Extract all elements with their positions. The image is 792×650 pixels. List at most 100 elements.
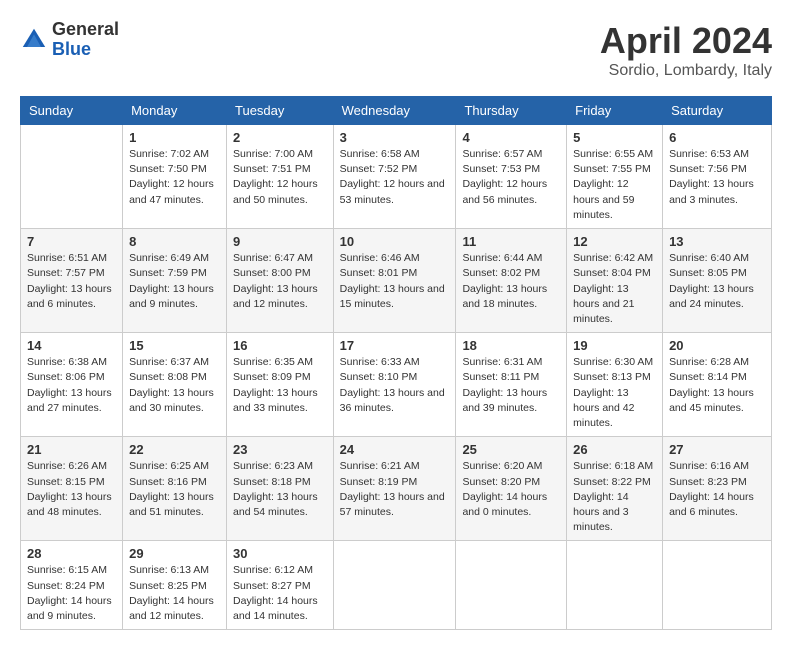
day-info: Sunrise: 6:38 AM Sunset: 8:06 PM Dayligh… — [27, 355, 116, 416]
calendar-cell — [456, 541, 567, 630]
day-number: 9 — [233, 234, 327, 249]
calendar-cell: 29 Sunrise: 6:13 AM Sunset: 8:25 PM Dayli… — [123, 541, 227, 630]
day-number: 10 — [340, 234, 450, 249]
day-number: 8 — [129, 234, 220, 249]
calendar-cell: 1Sunrise: 7:02 AM Sunset: 7:50 PM Daylig… — [123, 125, 227, 229]
day-info: Sunrise: 7:02 AM Sunset: 7:50 PM Dayligh… — [129, 147, 220, 208]
day-info: Sunrise: 6:51 AM Sunset: 7:57 PM Dayligh… — [27, 251, 116, 312]
calendar-week-row: 14 Sunrise: 6:38 AM Sunset: 8:06 PM Dayli… — [21, 333, 772, 437]
day-info: Sunrise: 6:57 AM Sunset: 7:53 PM Dayligh… — [462, 147, 560, 208]
day-number: 26 — [573, 442, 656, 457]
day-info: Sunrise: 6:35 AM Sunset: 8:09 PM Dayligh… — [233, 355, 327, 416]
day-number: 29 — [129, 546, 220, 561]
calendar-cell: 22Sunrise: 6:25 AM Sunset: 8:16 PM Dayli… — [123, 437, 227, 541]
day-info: Sunrise: 6:30 AM Sunset: 8:13 PM Dayligh… — [573, 355, 656, 431]
day-number: 23 — [233, 442, 327, 457]
day-info: Sunrise: 6:46 AM Sunset: 8:01 PM Dayligh… — [340, 251, 450, 312]
day-number: 16 — [233, 338, 327, 353]
calendar-cell: 19 Sunrise: 6:30 AM Sunset: 8:13 PM Dayli… — [567, 333, 663, 437]
calendar-cell — [567, 541, 663, 630]
day-info: Sunrise: 6:53 AM Sunset: 7:56 PM Dayligh… — [669, 147, 765, 208]
day-info: Sunrise: 6:16 AM Sunset: 8:23 PM Dayligh… — [669, 459, 765, 520]
day-info: Sunrise: 7:00 AM Sunset: 7:51 PM Dayligh… — [233, 147, 327, 208]
col-sunday: Sunday — [21, 97, 123, 125]
calendar-cell: 16 Sunrise: 6:35 AM Sunset: 8:09 PM Dayli… — [227, 333, 334, 437]
day-number: 14 — [27, 338, 116, 353]
calendar-cell: 7 Sunrise: 6:51 AM Sunset: 7:57 PM Daylig… — [21, 229, 123, 333]
day-info: Sunrise: 6:15 AM Sunset: 8:24 PM Dayligh… — [27, 563, 116, 624]
day-info: Sunrise: 6:47 AM Sunset: 8:00 PM Dayligh… — [233, 251, 327, 312]
calendar-cell: 14 Sunrise: 6:38 AM Sunset: 8:06 PM Dayli… — [21, 333, 123, 437]
calendar-subtitle: Sordio, Lombardy, Italy — [600, 62, 772, 80]
col-thursday: Thursday — [456, 97, 567, 125]
day-number: 24 — [340, 442, 450, 457]
day-number: 21 — [27, 442, 116, 457]
calendar-cell: 26 Sunrise: 6:18 AM Sunset: 8:22 PM Dayli… — [567, 437, 663, 541]
day-number: 7 — [27, 234, 116, 249]
day-number: 15 — [129, 338, 220, 353]
calendar-cell: 5 Sunrise: 6:55 AM Sunset: 7:55 PM Daylig… — [567, 125, 663, 229]
calendar-title: April 2024 — [600, 20, 772, 62]
day-info: Sunrise: 6:44 AM Sunset: 8:02 PM Dayligh… — [462, 251, 560, 312]
calendar-cell: 17Sunrise: 6:33 AM Sunset: 8:10 PM Dayli… — [333, 333, 456, 437]
calendar-body: 1Sunrise: 7:02 AM Sunset: 7:50 PM Daylig… — [21, 125, 772, 630]
day-info: Sunrise: 6:26 AM Sunset: 8:15 PM Dayligh… — [27, 459, 116, 520]
calendar-cell: 18Sunrise: 6:31 AM Sunset: 8:11 PM Dayli… — [456, 333, 567, 437]
page-header: General Blue April 2024 Sordio, Lombardy… — [20, 20, 772, 80]
calendar-cell: 13Sunrise: 6:40 AM Sunset: 8:05 PM Dayli… — [663, 229, 772, 333]
header-row: Sunday Monday Tuesday Wednesday Thursday… — [21, 97, 772, 125]
calendar-cell: 24 Sunrise: 6:21 AM Sunset: 8:19 PM Dayli… — [333, 437, 456, 541]
day-number: 20 — [669, 338, 765, 353]
calendar-cell: 20Sunrise: 6:28 AM Sunset: 8:14 PM Dayli… — [663, 333, 772, 437]
col-friday: Friday — [567, 97, 663, 125]
day-number: 22 — [129, 442, 220, 457]
calendar-cell: 21 Sunrise: 6:26 AM Sunset: 8:15 PM Dayli… — [21, 437, 123, 541]
day-info: Sunrise: 6:49 AM Sunset: 7:59 PM Dayligh… — [129, 251, 220, 312]
day-number: 17 — [340, 338, 450, 353]
calendar-cell: 12Sunrise: 6:42 AM Sunset: 8:04 PM Dayli… — [567, 229, 663, 333]
calendar-cell: 3Sunrise: 6:58 AM Sunset: 7:52 PM Daylig… — [333, 125, 456, 229]
calendar-week-row: 1Sunrise: 7:02 AM Sunset: 7:50 PM Daylig… — [21, 125, 772, 229]
calendar-cell: 25 Sunrise: 6:20 AM Sunset: 8:20 PM Dayli… — [456, 437, 567, 541]
col-wednesday: Wednesday — [333, 97, 456, 125]
day-info: Sunrise: 6:23 AM Sunset: 8:18 PM Dayligh… — [233, 459, 327, 520]
calendar-cell: 28Sunrise: 6:15 AM Sunset: 8:24 PM Dayli… — [21, 541, 123, 630]
calendar-cell: 4 Sunrise: 6:57 AM Sunset: 7:53 PM Daylig… — [456, 125, 567, 229]
day-number: 19 — [573, 338, 656, 353]
day-info: Sunrise: 6:40 AM Sunset: 8:05 PM Dayligh… — [669, 251, 765, 312]
day-number: 2 — [233, 130, 327, 145]
day-info: Sunrise: 6:20 AM Sunset: 8:20 PM Dayligh… — [462, 459, 560, 520]
calendar-cell — [21, 125, 123, 229]
calendar-cell: 6Sunrise: 6:53 AM Sunset: 7:56 PM Daylig… — [663, 125, 772, 229]
calendar-cell — [663, 541, 772, 630]
day-info: Sunrise: 6:55 AM Sunset: 7:55 PM Dayligh… — [573, 147, 656, 223]
day-info: Sunrise: 6:13 AM Sunset: 8:25 PM Dayligh… — [129, 563, 220, 624]
logo-text: General Blue — [52, 20, 119, 60]
day-number: 30 — [233, 546, 327, 561]
logo-blue: Blue — [52, 40, 119, 60]
day-number: 27 — [669, 442, 765, 457]
calendar-cell: 27 Sunrise: 6:16 AM Sunset: 8:23 PM Dayli… — [663, 437, 772, 541]
day-info: Sunrise: 6:58 AM Sunset: 7:52 PM Dayligh… — [340, 147, 450, 208]
day-info: Sunrise: 6:18 AM Sunset: 8:22 PM Dayligh… — [573, 459, 656, 535]
calendar-cell: 30 Sunrise: 6:12 AM Sunset: 8:27 PM Dayli… — [227, 541, 334, 630]
calendar-week-row: 21 Sunrise: 6:26 AM Sunset: 8:15 PM Dayli… — [21, 437, 772, 541]
day-info: Sunrise: 6:37 AM Sunset: 8:08 PM Dayligh… — [129, 355, 220, 416]
calendar-table: Sunday Monday Tuesday Wednesday Thursday… — [20, 96, 772, 630]
calendar-cell: 10 Sunrise: 6:46 AM Sunset: 8:01 PM Dayli… — [333, 229, 456, 333]
day-number: 4 — [462, 130, 560, 145]
col-monday: Monday — [123, 97, 227, 125]
calendar-cell: 15 Sunrise: 6:37 AM Sunset: 8:08 PM Dayli… — [123, 333, 227, 437]
day-info: Sunrise: 6:42 AM Sunset: 8:04 PM Dayligh… — [573, 251, 656, 327]
calendar-cell: 11 Sunrise: 6:44 AM Sunset: 8:02 PM Dayli… — [456, 229, 567, 333]
day-number: 11 — [462, 234, 560, 249]
day-number: 25 — [462, 442, 560, 457]
day-info: Sunrise: 6:12 AM Sunset: 8:27 PM Dayligh… — [233, 563, 327, 624]
calendar-cell: 9 Sunrise: 6:47 AM Sunset: 8:00 PM Daylig… — [227, 229, 334, 333]
day-info: Sunrise: 6:21 AM Sunset: 8:19 PM Dayligh… — [340, 459, 450, 520]
day-number: 5 — [573, 130, 656, 145]
logo-icon — [20, 26, 48, 54]
day-info: Sunrise: 6:31 AM Sunset: 8:11 PM Dayligh… — [462, 355, 560, 416]
logo-general: General — [52, 20, 119, 40]
calendar-week-row: 28Sunrise: 6:15 AM Sunset: 8:24 PM Dayli… — [21, 541, 772, 630]
